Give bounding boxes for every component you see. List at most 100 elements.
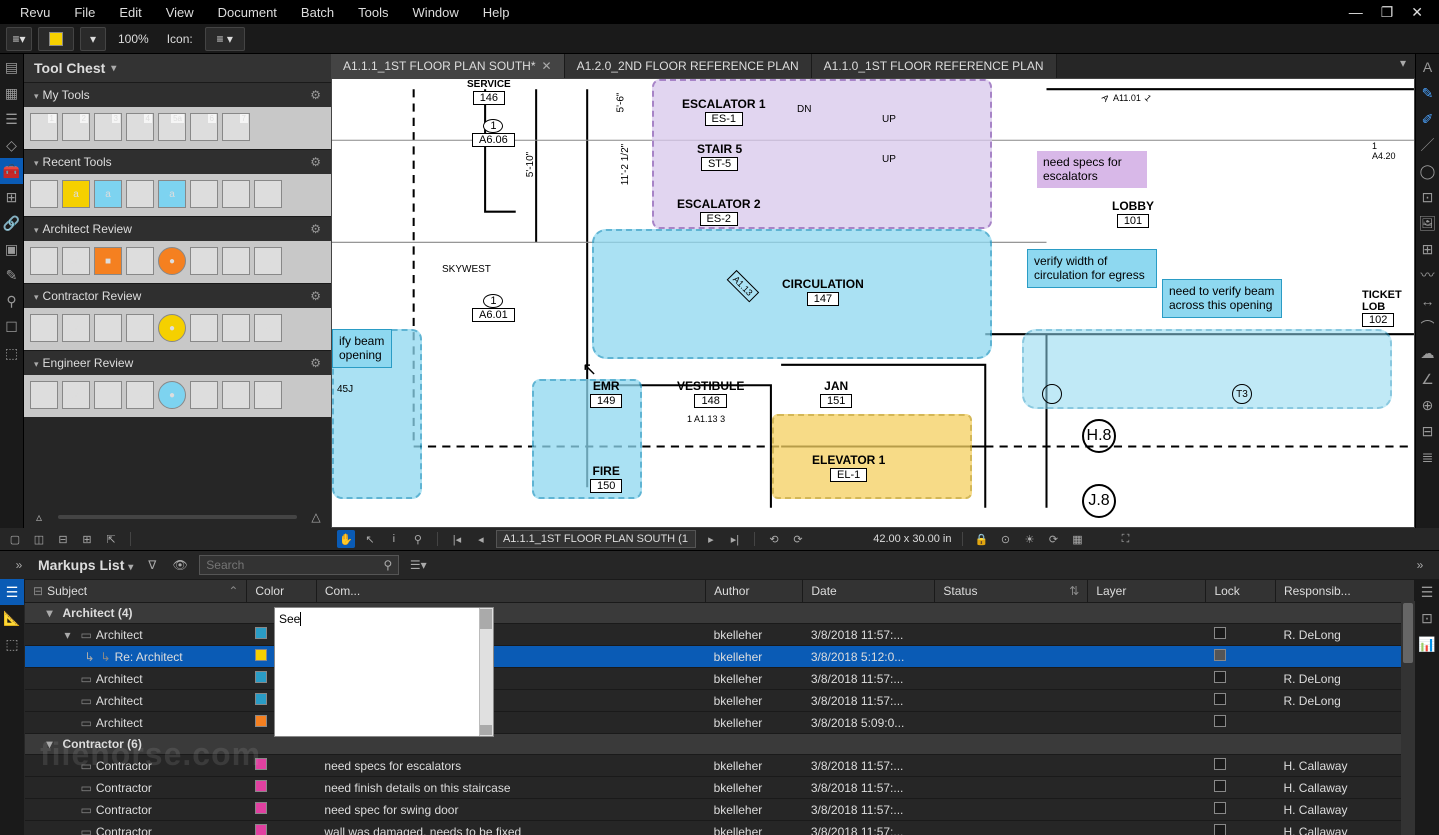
tc-expand-icon[interactable]: △ bbox=[307, 508, 325, 526]
sets-icon[interactable]: ⬚ bbox=[0, 340, 23, 366]
count-tool-icon[interactable]: ⊕ bbox=[1416, 392, 1439, 418]
properties-panel-icon[interactable]: ☰ bbox=[1415, 579, 1439, 605]
markups-row[interactable]: ▭Contractor need specs for escalators bk… bbox=[25, 755, 1415, 777]
cloud-tool-icon[interactable]: ☁ bbox=[1416, 340, 1439, 366]
tool-item[interactable]: 1 bbox=[30, 113, 58, 141]
column-header[interactable]: Author bbox=[706, 580, 803, 603]
tool-item[interactable]: a bbox=[190, 180, 218, 208]
split-h-icon[interactable]: ⊟ bbox=[54, 530, 72, 548]
profile-dropdown[interactable]: ≡▾ bbox=[6, 27, 32, 51]
sync-icon[interactable]: ⟳ bbox=[1045, 530, 1063, 548]
menu-view[interactable]: View bbox=[154, 1, 206, 24]
column-header[interactable]: ⊟Subject ⌃ bbox=[25, 580, 247, 603]
markups-list-icon[interactable]: ☰ bbox=[0, 579, 24, 605]
highlighter-tool-icon[interactable]: ✐ bbox=[1416, 106, 1439, 132]
tool-item[interactable]: a bbox=[30, 180, 58, 208]
page-field[interactable] bbox=[496, 530, 696, 548]
lock-icon[interactable]: 🔒 bbox=[973, 530, 991, 548]
markups-row[interactable]: ↳↳Re: Architect bkelleher 3/8/2018 5:12:… bbox=[25, 646, 1415, 668]
callout-verify-beam-left[interactable]: ify beam opening bbox=[332, 329, 392, 368]
tool-item[interactable]: a bbox=[30, 381, 58, 409]
menu-window[interactable]: Window bbox=[401, 1, 471, 24]
prev-page-icon[interactable]: ◂ bbox=[472, 530, 490, 548]
tool-item[interactable]: ● bbox=[158, 314, 186, 342]
markups-row[interactable]: ▭Architect verify bkelleher 3/8/2018 11:… bbox=[25, 668, 1415, 690]
menu-file[interactable]: File bbox=[62, 1, 107, 24]
nav-back-icon[interactable]: ⟲ bbox=[765, 530, 783, 548]
popup-scrollbar[interactable] bbox=[479, 608, 493, 736]
markups-row[interactable]: ▭Architect Need bkelleher 3/8/2018 5:09:… bbox=[25, 712, 1415, 734]
collapse-panel-icon[interactable]: » bbox=[1411, 556, 1429, 574]
document-viewport[interactable]: ESCALATOR 1ES-1 STAIR 5ST-5 ESCALATOR 2E… bbox=[331, 78, 1415, 528]
last-page-icon[interactable]: ▸| bbox=[726, 530, 744, 548]
tool-item[interactable]: ↗ bbox=[254, 314, 282, 342]
callout-verify-beam[interactable]: need to verify beam across this opening bbox=[1162, 279, 1282, 318]
tool-item[interactable]: a bbox=[158, 180, 186, 208]
gear-icon[interactable]: ⚙ bbox=[310, 289, 321, 303]
tool-item[interactable]: a bbox=[254, 180, 282, 208]
tool-item[interactable]: ● bbox=[158, 247, 186, 275]
gear-icon[interactable]: ⚙ bbox=[310, 356, 321, 370]
columns-icon[interactable]: ☰▾ bbox=[409, 556, 427, 574]
angle-tool-icon[interactable]: ∠ bbox=[1416, 366, 1439, 392]
menu-revu[interactable]: Revu bbox=[8, 1, 62, 24]
text-tool-icon[interactable]: A bbox=[1416, 54, 1439, 80]
tool-item[interactable]: ⚙ bbox=[222, 314, 250, 342]
tool-item[interactable]: ↔ bbox=[126, 381, 154, 409]
tool-item[interactable]: A bbox=[62, 247, 90, 275]
tool-item[interactable]: ⚙ bbox=[190, 247, 218, 275]
comment-popup-text[interactable]: See bbox=[279, 612, 300, 626]
text-select-icon[interactable]: Ꭵ bbox=[385, 530, 403, 548]
single-page-icon[interactable]: ▢ bbox=[6, 530, 24, 548]
tool-item[interactable]: 2 bbox=[62, 113, 90, 141]
close-window-icon[interactable]: ✕ bbox=[1411, 4, 1423, 21]
forms-icon[interactable]: ☐ bbox=[0, 314, 23, 340]
capture-panel-icon[interactable]: ⊡ bbox=[1415, 605, 1439, 631]
tool-item[interactable]: ⚙ bbox=[190, 314, 218, 342]
filter-icon[interactable]: ∇ bbox=[143, 556, 161, 574]
tc-section-engineer-review[interactable]: Engineer Review⚙ bbox=[24, 350, 331, 375]
detach-icon[interactable]: ⇱ bbox=[102, 530, 120, 548]
tool-item[interactable]: ◆ bbox=[94, 314, 122, 342]
3d-icon[interactable]: ⬚ bbox=[0, 631, 24, 657]
split-4-icon[interactable]: ⊞ bbox=[78, 530, 96, 548]
bookmarks-icon[interactable]: ☰ bbox=[0, 106, 23, 132]
tool-item[interactable]: a bbox=[222, 180, 250, 208]
links-icon[interactable]: 🔗 bbox=[0, 210, 23, 236]
file-access-icon[interactable]: ▤ bbox=[0, 54, 23, 80]
column-header[interactable]: Lock bbox=[1206, 580, 1276, 603]
tool-item[interactable]: 7 bbox=[222, 113, 250, 141]
tc-section-architect-review[interactable]: Architect Review⚙ bbox=[24, 216, 331, 241]
tool-item[interactable]: ⚙ bbox=[222, 247, 250, 275]
menu-help[interactable]: Help bbox=[471, 1, 522, 24]
dimmer-icon[interactable]: ☀ bbox=[1021, 530, 1039, 548]
tool-item[interactable]: A bbox=[62, 381, 90, 409]
next-page-icon[interactable]: ▸ bbox=[702, 530, 720, 548]
column-header[interactable]: Status ⇅ bbox=[935, 580, 1088, 603]
markups-title[interactable]: Markups List ▾ bbox=[38, 557, 133, 573]
tool-item[interactable]: A bbox=[62, 314, 90, 342]
spaces-icon[interactable]: ⊞ bbox=[0, 184, 23, 210]
summary-panel-icon[interactable]: 📊 bbox=[1415, 631, 1439, 657]
tool-item[interactable]: a bbox=[62, 180, 90, 208]
tc-section-my-tools[interactable]: My Tools⚙ bbox=[24, 82, 331, 107]
close-tab-icon[interactable]: ✕ bbox=[542, 59, 552, 73]
grid-icon[interactable]: ▦ bbox=[1069, 530, 1087, 548]
measurements-icon[interactable]: 📐 bbox=[0, 605, 24, 631]
line-tool-icon[interactable]: ／ bbox=[1416, 132, 1439, 158]
shapes-icon[interactable]: ◇ bbox=[0, 132, 23, 158]
arc-tool-icon[interactable]: ⌒ bbox=[1416, 314, 1439, 340]
menu-batch[interactable]: Batch bbox=[289, 1, 346, 24]
tool-item[interactable]: a bbox=[30, 314, 58, 342]
stamp-tool-icon[interactable]: ⊞ bbox=[1416, 236, 1439, 262]
polyline-tool-icon[interactable]: 〰 bbox=[1416, 262, 1439, 288]
menu-document[interactable]: Document bbox=[206, 1, 289, 24]
markups-row[interactable]: ▭Contractor wall was damaged. needs to b… bbox=[25, 821, 1415, 835]
shape-tool-icon[interactable]: ◯ bbox=[1416, 158, 1439, 184]
tool-item[interactable]: 4 bbox=[126, 113, 154, 141]
tool-chest-icon[interactable]: 🧰 bbox=[0, 158, 23, 184]
search-input[interactable] bbox=[206, 558, 383, 572]
ienter-tool-icon[interactable]: ⊡ bbox=[1416, 184, 1439, 210]
tc-collapse-icon[interactable]: ▵ bbox=[30, 508, 48, 526]
markups-table[interactable]: ⊟Subject ⌃ColorCom...AuthorDateStatus ⇅L… bbox=[24, 579, 1415, 835]
